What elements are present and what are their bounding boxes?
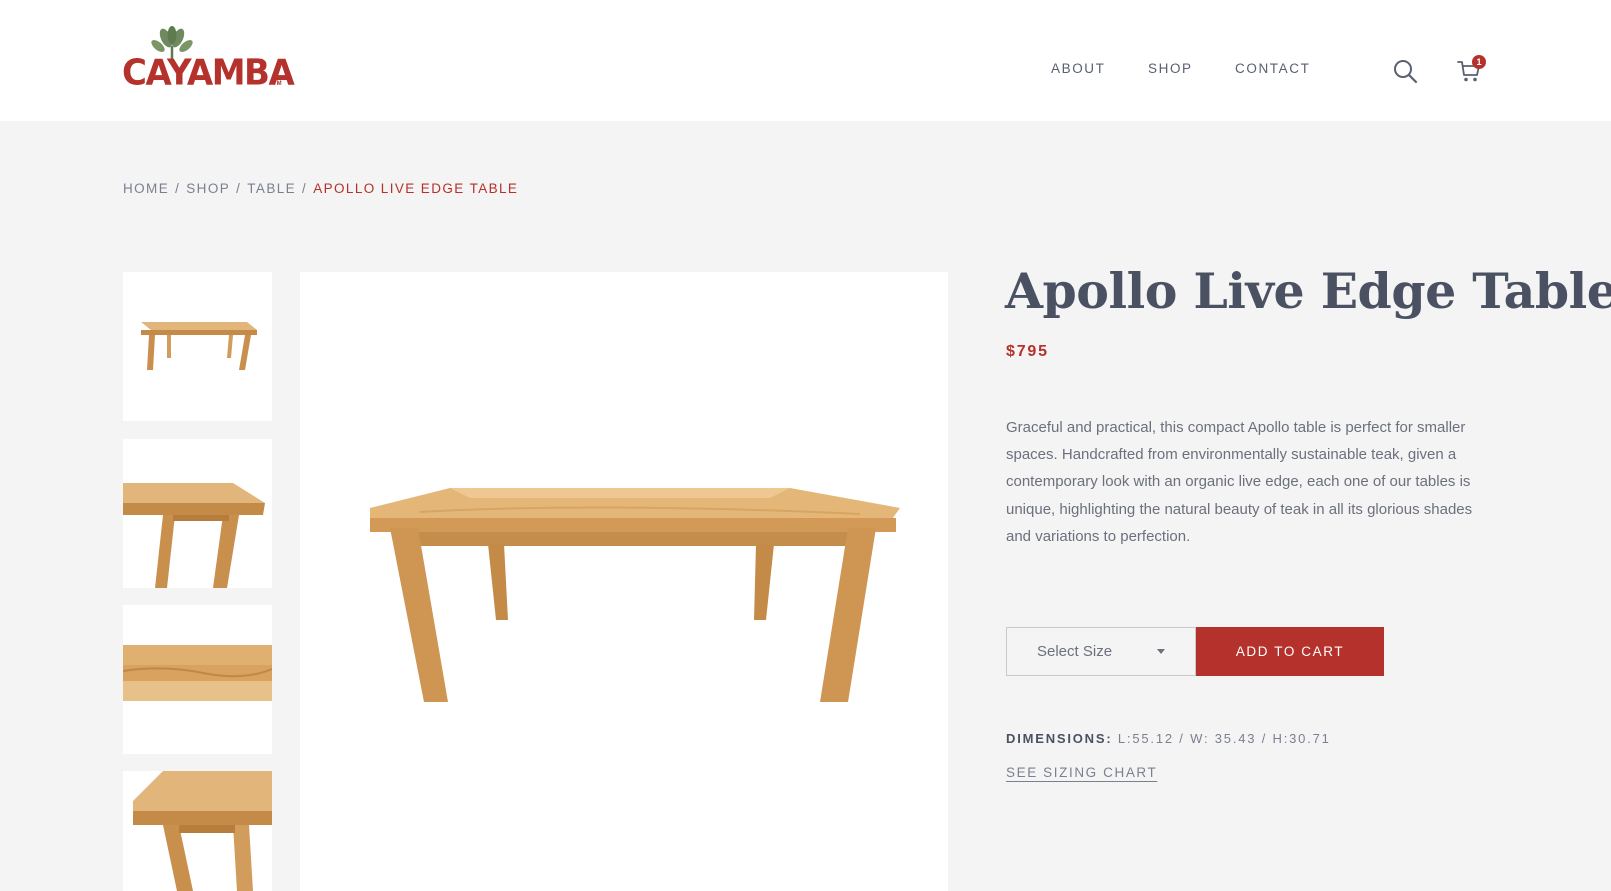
product-dimensions: DIMENSIONS: L:55.12 / W: 35.43 / H:30.71 <box>1006 731 1331 746</box>
product-description: Graceful and practical, this compact Apo… <box>1006 419 1473 545</box>
table-edge-image <box>123 645 272 701</box>
thumbnail-table-leg[interactable] <box>123 771 272 891</box>
logo-trademark: TM <box>273 81 282 87</box>
nav-contact[interactable]: CONTACT <box>1235 61 1310 76</box>
site-header: CAYAMBA TM ABOUT SHOP CONTACT 1 <box>0 0 1611 121</box>
thumbnail-table-corner[interactable] <box>123 439 272 588</box>
size-select[interactable]: Select Size <box>1006 627 1196 676</box>
apollo-table-image <box>370 488 900 702</box>
thumbnail-full-table[interactable] <box>123 272 272 421</box>
breadcrumb-current: APOLLO LIVE EDGE TABLE <box>313 181 519 196</box>
search-icon[interactable] <box>1392 58 1418 84</box>
size-select-placeholder: Select Size <box>1037 643 1113 660</box>
breadcrumb-separator: / <box>236 181 242 196</box>
dimensions-label: DIMENSIONS: <box>1006 731 1113 746</box>
breadcrumb-home[interactable]: HOME <box>123 181 169 196</box>
cayamba-logo[interactable]: CAYAMBA TM <box>122 26 295 94</box>
nav-shop[interactable]: SHOP <box>1148 61 1193 76</box>
breadcrumb-shop[interactable]: SHOP <box>186 181 230 196</box>
product-price: $795 <box>1006 343 1049 360</box>
sizing-chart-link[interactable]: SEE SIZING CHART <box>1006 765 1157 780</box>
breadcrumb-table[interactable]: TABLE <box>247 181 296 196</box>
main-product-image[interactable] <box>300 272 948 891</box>
product-title: Apollo Live Edge Table <box>1005 262 1611 320</box>
breadcrumb-separator: / <box>302 181 308 196</box>
breadcrumb: HOME / SHOP / TABLE / APOLLO LIVE EDGE TABLE <box>123 181 518 196</box>
thumbnail-table-edge[interactable] <box>123 605 272 754</box>
add-to-cart-button[interactable]: ADD TO CART <box>1196 627 1384 676</box>
dimensions-value: L:55.12 / W: 35.43 / H:30.71 <box>1117 731 1331 746</box>
table-thumbnail-image <box>141 322 257 370</box>
nav-about[interactable]: ABOUT <box>1051 61 1106 76</box>
chevron-down-icon <box>1157 649 1165 654</box>
table-leg-image <box>133 771 272 891</box>
breadcrumb-separator: / <box>175 181 181 196</box>
logo-wordmark: CAYAMBA <box>122 52 295 94</box>
table-corner-image <box>123 483 265 588</box>
cart-count-badge: 1 <box>1472 55 1486 69</box>
